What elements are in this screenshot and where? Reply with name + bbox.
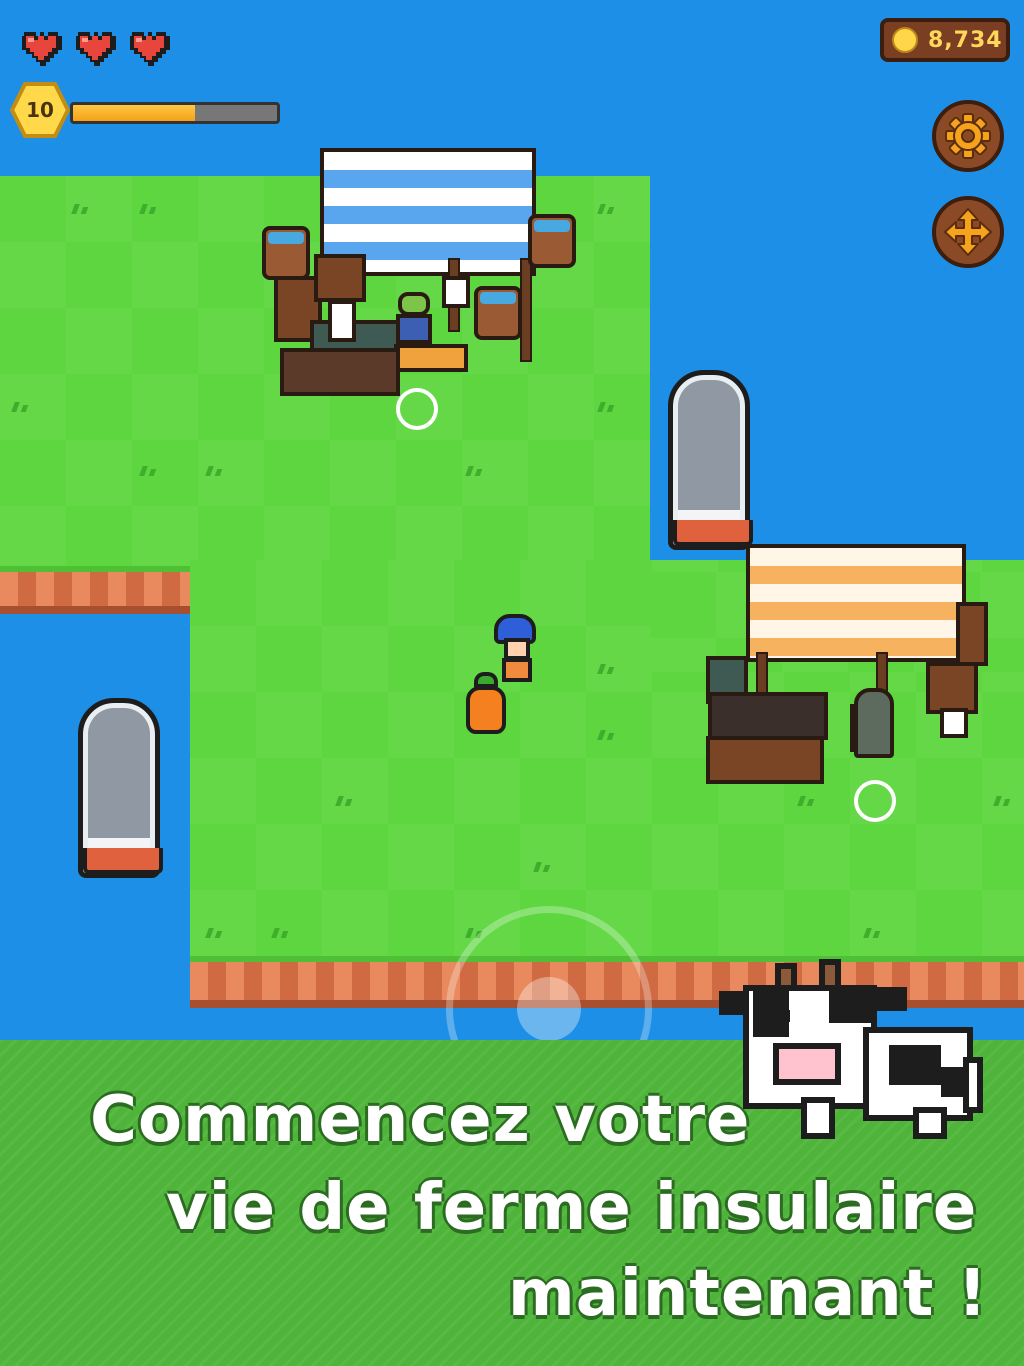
caption-line-3: maintenant ! [508, 1257, 988, 1331]
coin-counter: 8,734 [880, 18, 1010, 62]
armor-stand [854, 688, 894, 758]
gear-icon [945, 113, 991, 159]
heart-icon [126, 30, 172, 68]
player-body [502, 658, 532, 682]
grass-tuft [596, 204, 618, 214]
xp-progress-bar [70, 102, 280, 124]
interaction-marker[interactable] [396, 388, 438, 430]
grass-tuft [70, 204, 92, 214]
boat-stern [83, 848, 163, 874]
grass-tuft [204, 928, 226, 938]
level-badge: 10 [9, 82, 71, 138]
grass-tuft [596, 664, 618, 674]
caption-line-2: vie de ferme insulaire [166, 1171, 978, 1245]
carrot-pet [466, 672, 506, 736]
frog-head [398, 292, 430, 316]
grass-tuft [138, 204, 160, 214]
coin-icon [892, 27, 918, 53]
grass-tuft [464, 466, 486, 476]
move-mode-button[interactable] [932, 196, 1004, 268]
water-barrel [262, 226, 310, 280]
joystick-knob[interactable] [517, 977, 581, 1040]
frog-shopkeeper[interactable] [396, 292, 432, 344]
grass-tuft [270, 928, 292, 938]
grass-tuft [862, 928, 884, 938]
grass-tuft [596, 402, 618, 412]
grass-tuft [10, 402, 32, 412]
settings-button[interactable] [932, 100, 1004, 172]
grass-tuft [796, 796, 818, 806]
rowboat-left[interactable] [78, 698, 163, 878]
grass-tuft [992, 796, 1014, 806]
price-sign [328, 300, 356, 342]
item-market-stall[interactable] [700, 540, 990, 784]
rowboat-right[interactable] [668, 370, 753, 550]
stall-awning-orange [746, 544, 966, 662]
grass-tuft [596, 730, 618, 740]
player-face [504, 638, 530, 660]
level-number: 10 [26, 98, 54, 122]
health-hearts [18, 30, 172, 68]
price-sign [940, 708, 968, 738]
game-world[interactable] [0, 0, 1024, 1040]
grass-tuft [334, 796, 356, 806]
grass-tuft [138, 466, 160, 476]
shop-counter-front [394, 344, 468, 372]
fish-market-stall[interactable] [262, 148, 576, 396]
water-barrel [528, 214, 576, 268]
frog-body [396, 314, 432, 344]
carrot-body [466, 686, 506, 734]
water-barrel [474, 286, 522, 340]
heart-icon [72, 30, 118, 68]
xp-progress-fill [73, 105, 196, 121]
wooden-barrel [956, 602, 988, 666]
cow-mascot [716, 950, 992, 1150]
price-sign [442, 276, 470, 308]
caption-line-1: Commencez votre [90, 1083, 751, 1157]
interaction-marker[interactable] [854, 780, 896, 822]
move-arrows-icon [944, 208, 992, 256]
heart-icon [18, 30, 64, 68]
fish-crate [280, 348, 400, 396]
cliff-edge-left [0, 566, 190, 614]
fish-display-board [314, 254, 366, 302]
grass-tuft [532, 862, 554, 872]
grass-tuft [204, 466, 226, 476]
shop-counter [708, 692, 828, 740]
coin-amount: 8,734 [928, 27, 1003, 53]
goods-crate [706, 736, 824, 784]
ore-sign [926, 662, 978, 714]
